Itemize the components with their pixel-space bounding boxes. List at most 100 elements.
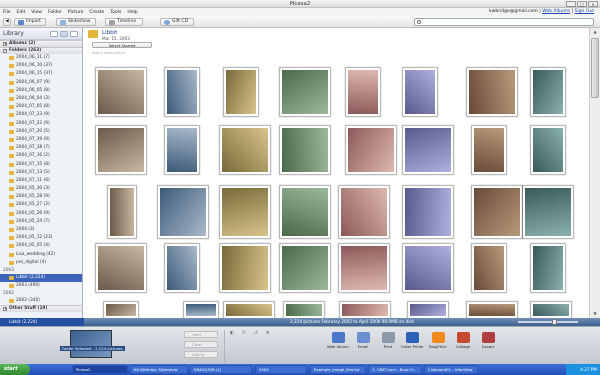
clear-button[interactable]: Clear — [184, 341, 218, 348]
tray-action-print[interactable]: Print — [376, 332, 400, 349]
folder-item[interactable]: 2004_07_23 (9) — [0, 111, 82, 119]
taskbar-task[interactable]: 1. CNET.com - Buzz O... — [368, 365, 422, 374]
web-albums-link[interactable]: Web Albums — [542, 9, 570, 14]
tray-action-order-prints[interactable]: Order Prints — [400, 332, 424, 349]
folder-item[interactable]: 2004_07_11 (6) — [0, 177, 82, 185]
folder-item[interactable]: 2004_07_05 (8) — [0, 103, 82, 111]
tree-view-button[interactable] — [60, 31, 68, 37]
scroll-down-icon[interactable]: ▼ — [591, 310, 599, 318]
photo-thumbnail[interactable] — [96, 126, 146, 174]
folder-item[interactable]: 2004_07_16 (2) — [0, 152, 82, 160]
photo-thumbnail[interactable] — [403, 186, 453, 238]
photo-thumbnail[interactable] — [340, 302, 390, 318]
photo-thumbnail[interactable] — [284, 302, 324, 318]
list-view-button[interactable] — [50, 31, 58, 37]
add-folder-button[interactable] — [70, 31, 78, 37]
taskbar-task[interactable]: KB4SQ7D8 (1) — [190, 365, 252, 374]
albums-section[interactable]: + Albums (2) — [0, 40, 82, 47]
photo-thumbnail[interactable] — [467, 68, 517, 116]
menu-folder[interactable]: Folder — [48, 10, 62, 15]
maximize-button[interactable]: □ — [577, 1, 587, 7]
folder-item[interactable]: 2004_05_12 (23) — [0, 234, 82, 242]
tray-action-email[interactable]: Email — [351, 332, 375, 349]
photo-thumbnail[interactable] — [403, 68, 437, 116]
select-starred-button[interactable]: Select Starred — [92, 42, 152, 48]
folder-item[interactable]: 2004_06_04 (3) — [0, 95, 82, 103]
photo-thumbnail[interactable] — [220, 244, 270, 292]
photo-thumbnail[interactable] — [220, 126, 270, 174]
menu-picture[interactable]: Picture — [68, 10, 83, 15]
photo-thumbnail[interactable] — [523, 186, 573, 238]
photo-thumbnail[interactable] — [108, 186, 136, 238]
photo-thumbnail[interactable] — [165, 126, 199, 174]
photo-thumbnail[interactable] — [280, 68, 330, 116]
photo-thumbnail[interactable] — [280, 186, 330, 238]
photo-thumbnail[interactable] — [96, 68, 146, 116]
taskbar-task[interactable]: 2004 — [255, 365, 307, 374]
photo-thumbnail[interactable] — [472, 126, 506, 174]
photo-thumbnail[interactable] — [403, 244, 453, 292]
photo-thumbnail[interactable] — [165, 244, 199, 292]
folder-item[interactable]: 2004_05_05 (4) — [0, 242, 82, 250]
photo-thumbnail[interactable] — [224, 302, 274, 318]
folder-item-selected[interactable]: Libbit (2,224) — [0, 273, 82, 283]
folder-item[interactable]: 2004_06_05 (8) — [0, 87, 82, 95]
tray-action-export[interactable]: Export — [476, 332, 500, 349]
add-description-field[interactable]: Add a description — [92, 50, 125, 55]
folder-item[interactable]: 2004_05_30 (3) — [0, 185, 82, 193]
photo-thumbnail[interactable] — [220, 186, 270, 238]
folder-item[interactable]: 2003 (490) — [0, 282, 82, 290]
taskbar-task[interactable]: Clipboard01 - IrfanView — [424, 365, 478, 374]
menu-help[interactable]: Help — [127, 10, 137, 15]
hold-button[interactable]: Hold — [184, 331, 218, 338]
photo-thumbnail[interactable] — [531, 126, 565, 174]
folder-item[interactable]: 2004_05_28 (9) — [0, 193, 82, 201]
menu-edit[interactable]: Edit — [17, 10, 26, 15]
minimize-button[interactable]: _ — [566, 1, 576, 7]
folder-item[interactable]: 2004_06_10 (37) — [0, 62, 82, 70]
taskbar-task[interactable]: Kit Birthday: Slideshow — [130, 365, 188, 374]
photo-thumbnail[interactable] — [339, 244, 389, 292]
photo-thumbnail[interactable] — [531, 302, 571, 318]
zoom-slider-knob[interactable] — [552, 319, 557, 325]
photo-thumbnail[interactable] — [531, 68, 565, 116]
folder-item[interactable]: 2002 (340) — [0, 297, 82, 305]
folder-item[interactable]: 2004_06_07 (9) — [0, 79, 82, 87]
folder-item[interactable]: 2004_05_26 (9) — [0, 210, 82, 218]
tray-action-blogthis[interactable]: BlogThis! — [426, 332, 450, 349]
photo-thumbnail[interactable] — [280, 126, 330, 174]
photo-thumbnail[interactable] — [346, 126, 396, 174]
photo-thumbnail[interactable] — [104, 302, 138, 318]
timeline-button[interactable]: Timeline — [105, 18, 143, 26]
photo-thumbnail[interactable] — [165, 68, 199, 116]
giftcd-button[interactable]: Gift CD — [160, 18, 194, 26]
tray-action-collage[interactable]: Collage — [451, 332, 475, 349]
tray-tools-icon[interactable]: ◐ ↻ ↺ ★ — [230, 330, 273, 336]
menu-create[interactable]: Create — [89, 10, 104, 15]
taskbar-task[interactable]: Example_image_flea.txt — [310, 365, 366, 374]
folder-item[interactable]: 2004_05_27 (2) — [0, 201, 82, 209]
add-to-button[interactable]: Add to — [184, 351, 218, 358]
folder-item[interactable]: 2004_06_11 (7) — [0, 54, 82, 62]
photo-thumbnail[interactable] — [158, 186, 208, 238]
photo-thumbnail[interactable] — [224, 68, 258, 116]
taskbar-task[interactable]: Picasa2 — [72, 365, 128, 374]
folder-item[interactable]: 2004_06_15 (37) — [0, 70, 82, 78]
folder-item[interactable]: pre_digital (4) — [0, 259, 82, 267]
scroll-up-icon[interactable]: ▲ — [591, 28, 599, 36]
menu-view[interactable]: View — [31, 10, 42, 15]
photo-thumbnail[interactable] — [531, 244, 565, 292]
other-stuff-section[interactable]: + Other Stuff (19) — [0, 305, 82, 313]
folder-item[interactable]: 2004_07_20 (5) — [0, 128, 82, 136]
photo-thumbnail[interactable] — [346, 68, 380, 116]
folder-item[interactable]: 2004_07_15 (8) — [0, 160, 82, 168]
photo-thumbnail[interactable] — [472, 186, 522, 238]
tray-action-web-album[interactable]: Web Album — [326, 332, 350, 349]
menu-file[interactable]: File — [3, 10, 11, 15]
menu-tools[interactable]: Tools — [110, 10, 121, 15]
scroll-thumb[interactable] — [591, 38, 599, 98]
search-input[interactable] — [414, 18, 594, 26]
folder-item[interactable]: 2004 (3) — [0, 226, 82, 234]
import-button[interactable]: Import — [14, 18, 46, 26]
photo-thumbnail[interactable] — [472, 244, 506, 292]
